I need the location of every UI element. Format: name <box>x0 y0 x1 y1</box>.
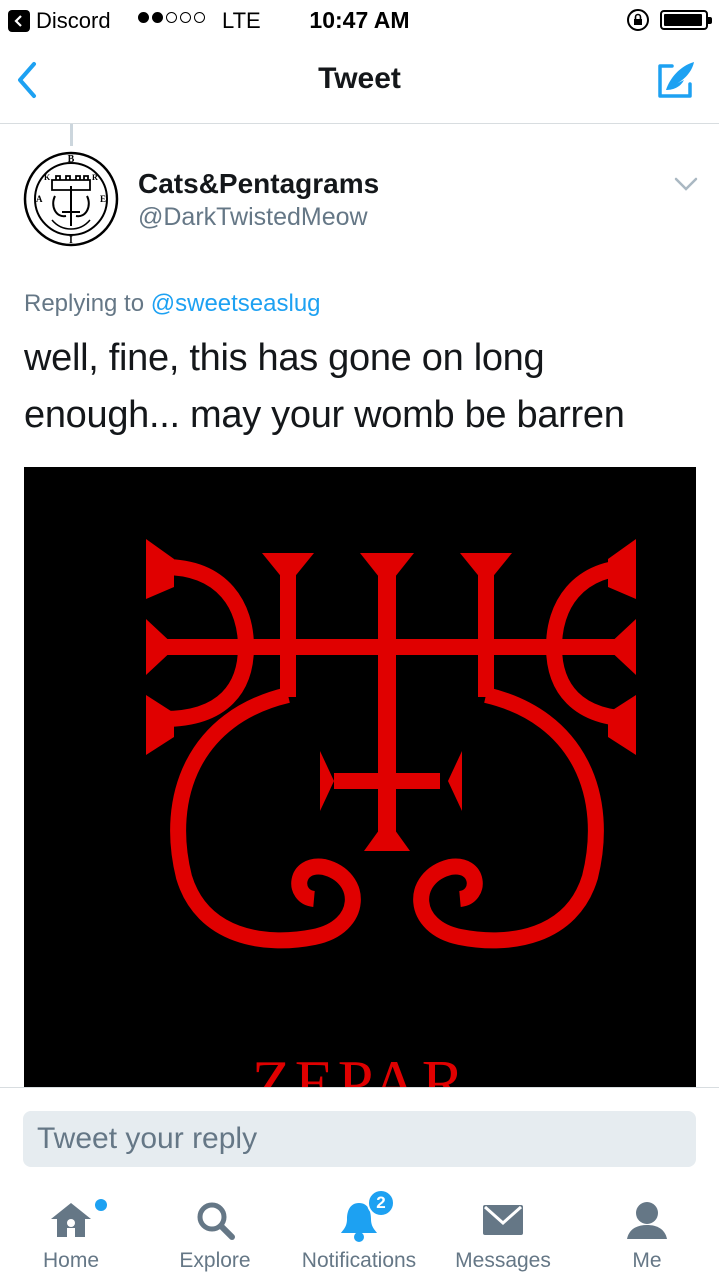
svg-text:E: E <box>100 194 106 204</box>
replying-to-mention-link[interactable]: @sweetseaslug <box>151 290 321 317</box>
home-new-dot <box>95 1199 107 1211</box>
tab-me[interactable]: Me <box>577 1181 717 1280</box>
compose-quill-icon <box>658 62 694 98</box>
zepar-sigil-icon <box>146 539 637 949</box>
tab-me-label: Me <box>632 1249 662 1272</box>
home-icon <box>51 1203 91 1237</box>
svg-text:R: R <box>92 173 98 182</box>
envelope-icon <box>483 1205 523 1235</box>
person-icon <box>627 1202 667 1239</box>
battery-icon <box>660 10 712 30</box>
replying-prefix: Replying to <box>24 290 145 317</box>
status-time: 10:47 AM <box>309 7 410 33</box>
svg-text:K: K <box>44 173 51 182</box>
notifications-badge: 2 <box>367 1189 395 1217</box>
tab-messages[interactable]: Messages <box>433 1181 573 1280</box>
tweet-options-button[interactable] <box>672 174 700 194</box>
page-title: Tweet <box>318 62 401 95</box>
tab-explore-label: Explore <box>179 1249 251 1272</box>
user-handle[interactable]: @DarkTwistedMeow <box>138 203 368 232</box>
status-bar: Discord LTE 10:47 AM <box>0 0 719 40</box>
compose-tweet-button[interactable] <box>654 58 698 102</box>
replying-to-line: Replying to @sweetseaslug <box>24 290 321 318</box>
tab-home[interactable]: Home <box>1 1181 141 1280</box>
tab-notifications[interactable]: 2 Notifications <box>289 1181 429 1280</box>
rotation-lock-icon <box>626 8 650 38</box>
tweet-text: well, fine, this has gone on long enough… <box>24 337 625 436</box>
reply-bar <box>0 1087 719 1181</box>
tab-home-label: Home <box>42 1249 100 1272</box>
svg-text:B: B <box>68 154 75 165</box>
svg-text:A: A <box>36 194 43 204</box>
tab-messages-label: Messages <box>455 1249 551 1272</box>
display-name[interactable]: Cats&Pentagrams <box>138 168 379 200</box>
search-icon <box>197 1202 235 1240</box>
chevron-down-icon <box>674 177 698 191</box>
tweet-media-image[interactable]: ZEPAR <box>24 467 696 1087</box>
seal-avatar-icon: B I A E K R <box>23 151 119 247</box>
tab-bar: Home Explore 2 Notifications Messages Me <box>0 1181 719 1280</box>
avatar[interactable]: B I A E K R <box>22 150 120 248</box>
reply-input[interactable] <box>23 1111 696 1167</box>
nav-bar: Tweet <box>0 40 719 124</box>
tab-explore[interactable]: Explore <box>145 1181 285 1280</box>
thread-connector-line <box>70 124 73 146</box>
svg-text:I: I <box>69 235 73 246</box>
tab-notifications-label: Notifications <box>301 1249 417 1272</box>
sigil-caption: ZEPAR <box>251 1047 469 1088</box>
